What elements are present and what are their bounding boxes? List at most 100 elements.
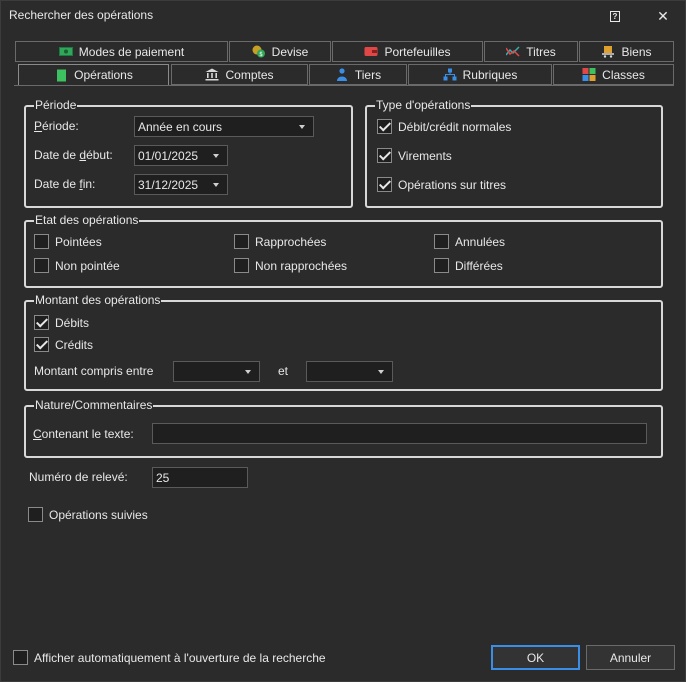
operations-titres-checkbox[interactable]: Opérations sur titres (377, 177, 506, 192)
date-fin-label-end: in: (82, 177, 96, 191)
checkbox-box (434, 234, 449, 249)
checkbox-box (34, 337, 49, 352)
pointees-checkbox[interactable]: Pointées (34, 234, 102, 249)
contenant-text-input[interactable] (152, 423, 647, 444)
date-debut-label: Date de début: (34, 148, 113, 162)
cancel-button[interactable]: Annuler (586, 645, 675, 670)
tab-titres[interactable]: Titres (484, 41, 578, 62)
checkbox-box (28, 507, 43, 522)
ok-button[interactable]: OK (491, 645, 580, 670)
debit-credit-checkbox[interactable]: Débit/crédit normales (377, 119, 511, 134)
tab-label: Titres (526, 44, 556, 59)
checkbox-label: Non pointée (55, 258, 120, 273)
tab-label: Portefeuilles (384, 44, 451, 59)
checkbox-box (234, 258, 249, 273)
releve-number-input[interactable]: 25 (152, 467, 248, 488)
tab-comptes[interactable]: Comptes (171, 64, 308, 85)
checkbox-label: Débit/crédit normales (398, 119, 512, 134)
chevron-down-icon (299, 125, 305, 129)
non-pointee-checkbox[interactable]: Non pointée (34, 258, 120, 273)
tab-classes[interactable]: Classes (553, 64, 674, 85)
document-icon (57, 69, 67, 81)
checkbox-box (34, 315, 49, 330)
date-debut-label-end: ébut: (86, 148, 113, 162)
checkbox-label: Opérations suivies (49, 507, 148, 522)
checkbox-box (34, 258, 49, 273)
virements-checkbox[interactable]: Virements (377, 148, 452, 163)
periode-label: Période: (34, 119, 79, 133)
releve-label: Numéro de relevé: (29, 470, 128, 484)
checkbox-label: Annulées (455, 234, 506, 249)
checkbox-label: Opérations sur titres (398, 177, 507, 192)
chevron-down-icon (245, 370, 251, 374)
tab-label: Comptes (225, 67, 274, 82)
etat-operations-group-title: Etat des opérations (34, 213, 140, 227)
montant-min-select[interactable] (173, 361, 260, 382)
tab-biens[interactable]: Biens (579, 41, 674, 62)
window-title: Rechercher des opérations (9, 8, 154, 22)
hierarchy-icon (443, 68, 457, 81)
tab-label: Rubriques (462, 67, 518, 82)
montant-range-label: Montant compris entre (34, 364, 154, 378)
person-icon (336, 68, 347, 81)
title-bar: Rechercher des opérations ? ✕ (1, 1, 685, 31)
contenant-label: Contenant le texte: (33, 427, 134, 441)
search-operations-dialog: Rechercher des opérations ? ✕ Modes de p… (0, 0, 686, 682)
date-fin-label: Date de fin: (34, 177, 95, 191)
tab-operations[interactable]: Opérations (18, 64, 169, 86)
montant-operations-group-title: Montant des opérations (34, 293, 162, 307)
periode-select[interactable]: Année en cours (134, 116, 314, 137)
checkbox-label: Virements (398, 148, 452, 163)
tab-portefeuilles[interactable]: Portefeuilles (332, 41, 483, 62)
checkbox-label: Non rapprochées (255, 258, 348, 273)
checkbox-box (377, 148, 392, 163)
chevron-down-icon (213, 183, 219, 187)
periode-label-rest: ériode: (42, 119, 79, 133)
bank-icon (205, 68, 219, 81)
date-debut-label-start: Date de (34, 148, 80, 162)
tab-label: Opérations (74, 68, 133, 82)
date-fin-picker[interactable]: 31/12/2025 (134, 174, 228, 195)
mnemonic-c: C (33, 427, 42, 441)
operations-suivies-checkbox[interactable]: Opérations suivies (28, 507, 148, 522)
contenant-label-rest: ontenant le texte: (41, 427, 134, 441)
checkbox-label: Débits (55, 315, 90, 330)
checkbox-label: Afficher automatiquement à l'ouverture d… (34, 650, 326, 665)
tab-label: Biens (621, 44, 652, 59)
auto-open-checkbox[interactable]: Afficher automatiquement à l'ouverture d… (13, 650, 326, 665)
tab-devise[interactable]: $ Devise (229, 41, 331, 62)
non-rapprochees-checkbox[interactable]: Non rapprochées (234, 258, 347, 273)
wallet-icon (364, 47, 378, 56)
cart-icon (602, 46, 615, 58)
date-fin-label-start: Date de (34, 177, 80, 191)
checkbox-label: Différées (455, 258, 503, 273)
differees-checkbox[interactable]: Différées (434, 258, 503, 273)
tab-label: Modes de paiement (78, 44, 185, 59)
montant-max-select[interactable] (306, 361, 393, 382)
rapprochees-checkbox[interactable]: Rapprochées (234, 234, 326, 249)
svg-text:$: $ (259, 51, 263, 58)
credits-checkbox[interactable]: Crédits (34, 337, 93, 352)
annulees-checkbox[interactable]: Annulées (434, 234, 505, 249)
tab-tiers[interactable]: Tiers (309, 64, 407, 85)
help-button[interactable]: ? (605, 6, 625, 26)
tab-label: Devise (271, 44, 309, 59)
periode-group-title: Période (34, 98, 78, 112)
date-fin-value: 31/12/2025 (138, 177, 199, 192)
tab-modes-de-paiement[interactable]: Modes de paiement (15, 41, 228, 62)
tab-rubriques[interactable]: Rubriques (408, 64, 552, 85)
date-debut-picker[interactable]: 01/01/2025 (134, 145, 228, 166)
et-label: et (278, 364, 289, 378)
tab-label: Tiers (354, 67, 382, 82)
chevron-down-icon (378, 370, 384, 374)
close-icon: ✕ (657, 7, 669, 24)
checkbox-label: Crédits (55, 337, 94, 352)
chevron-down-icon (213, 154, 219, 158)
checkbox-label: Rapprochées (255, 234, 327, 249)
currency-coins-icon: $ (252, 45, 265, 58)
debits-checkbox[interactable]: Débits (34, 315, 89, 330)
stock-chart-icon (506, 46, 520, 57)
periode-select-value: Année en cours (138, 119, 223, 134)
close-button[interactable]: ✕ (653, 6, 673, 26)
checkbox-box (377, 177, 392, 192)
